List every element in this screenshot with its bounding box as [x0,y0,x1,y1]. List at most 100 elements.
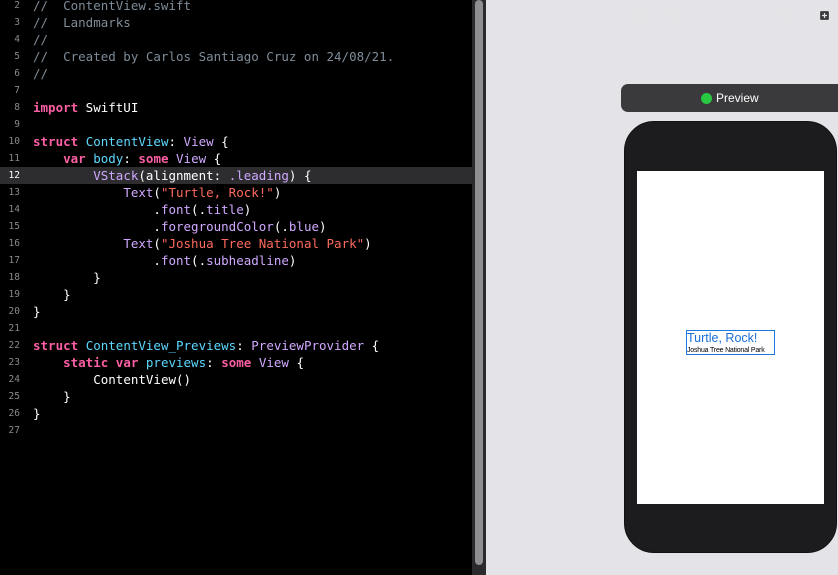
device-settings-button[interactable] [665,4,685,24]
code-line[interactable]: 6 // [0,65,472,82]
code-token: . [33,253,161,268]
code-token: body [93,151,124,166]
line-number: 12 [8,170,20,181]
code-line[interactable]: 12 VStack(alignment: .leading) { [0,167,472,184]
code-text[interactable]: } [33,269,101,286]
code-token: subheadline [206,253,289,268]
code-line[interactable]: 2 // ContentView.swift [0,0,472,14]
code-token: ) [273,185,282,200]
code-token: View [258,355,289,370]
code-token: : [168,134,184,149]
code-token: { [213,134,229,149]
preview-label[interactable]: Preview [716,84,759,112]
code-text[interactable]: .font(.subheadline) [33,252,296,269]
code-line[interactable]: 20} [0,303,472,320]
code-text[interactable]: // [33,65,48,82]
code-line[interactable]: 8 import SwiftUI [0,99,472,116]
preview-title-text[interactable]: Turtle, Rock! [687,331,757,345]
code-line[interactable]: 22 struct ContentView_Previews: PreviewPr… [0,337,472,354]
live-preview-button[interactable] [629,4,649,24]
code-text[interactable]: // Created by Carlos Santiago Cruz on 24… [33,48,394,65]
preview-on-device-button[interactable] [777,4,797,24]
code-token: "Turtle, Rock!" [160,185,274,200]
code-token: some [221,355,252,370]
line-number: 17 [8,255,20,266]
duplicate-preview-button[interactable] [813,4,833,24]
code-token: // Created by Carlos Santiago Cruz on 24… [33,49,395,64]
code-line[interactable]: 19 } [0,286,472,303]
code-text[interactable]: struct ContentView_Previews: PreviewProv… [33,337,379,354]
vstack-selection[interactable]: Turtle, Rock! Joshua Tree National Park [686,330,775,355]
line-number: 11 [8,153,20,164]
code-line[interactable]: 26} [0,405,472,422]
line-number: 8 [14,102,20,113]
code-line[interactable]: 11 var body: some View { [0,150,472,167]
code-line[interactable]: 18 } [0,269,472,286]
editor-scrollbar[interactable] [475,0,483,565]
code-token: { [288,355,304,370]
line-number: 7 [14,85,20,96]
code-line[interactable]: 10 struct ContentView: View { [0,133,472,150]
preview-status-dot [701,93,712,104]
code-line[interactable]: 17 .font(.subheadline) [0,252,472,269]
code-line[interactable]: 23 static var previews: some View { [0,354,472,371]
code-token: Text [123,236,154,251]
code-text[interactable]: VStack(alignment: .leading) { [33,167,311,184]
code-line[interactable]: 9 [0,116,472,133]
code-line[interactable]: 21 [0,320,472,337]
code-token: Text [123,185,154,200]
code-editor[interactable]: 2 // ContentView.swift 3 // Landmarks 4 // 5 //… [0,0,472,575]
code-token: VStack [93,168,139,183]
line-number: 23 [8,357,20,368]
code-token: "Joshua Tree National Park" [160,236,365,251]
code-token: // ContentView.swift [33,0,192,13]
line-number: 10 [8,136,20,147]
code-token: // [33,32,49,47]
code-line[interactable]: 4 // [0,31,472,48]
code-text[interactable]: // ContentView.swift [33,0,191,14]
code-token: ContentView_Previews [85,338,237,353]
play-circle-icon [631,6,647,22]
code-line[interactable]: 13 Text("Turtle, Rock!") [0,184,472,201]
code-text[interactable]: .foregroundColor(.blue) [33,218,326,235]
code-line[interactable]: 25 } [0,388,472,405]
code-token: . [33,219,161,234]
code-line[interactable]: 27 [0,422,472,439]
code-text[interactable]: static var previews: some View { [33,354,304,371]
code-token: ) [364,236,372,251]
code-token: static [63,355,109,370]
code-line[interactable]: 3 // Landmarks [0,14,472,31]
code-text[interactable]: var body: some View { [33,150,221,167]
code-token: // Landmarks [33,15,131,30]
code-text[interactable]: } [33,303,41,320]
line-number: 6 [14,68,20,79]
code-text[interactable]: ContentView() [33,371,191,388]
code-line[interactable]: 5 // Created by Carlos Santiago Cruz on 2… [0,48,472,65]
line-number: 26 [8,408,20,419]
code-text[interactable]: struct ContentView: View { [33,133,229,150]
code-text[interactable]: // Landmarks [33,14,131,31]
preview-subtitle-text[interactable]: Joshua Tree National Park [687,346,765,355]
code-text[interactable]: } [33,405,41,422]
line-number: 24 [8,374,20,385]
code-text[interactable]: Text("Turtle, Rock!") [33,184,281,201]
line-number: 2 [14,0,20,11]
code-line[interactable]: 24 ContentView() [0,371,472,388]
code-line[interactable]: 14 .font(.title) [0,201,472,218]
code-text[interactable]: import SwiftUI [33,99,138,116]
code-text[interactable]: } [33,388,71,405]
code-text[interactable]: .font(.title) [33,201,251,218]
line-number: 4 [14,34,20,45]
code-text[interactable]: // [33,31,48,48]
code-line[interactable]: 7 [0,82,472,99]
code-token: SwiftUI [78,100,139,115]
device-settings-icon [667,6,683,22]
code-token: // [33,66,49,81]
code-text[interactable]: } [33,286,71,303]
code-line[interactable]: 16 Text("Joshua Tree National Park") [0,235,472,252]
code-text[interactable]: Text("Joshua Tree National Park") [33,235,372,252]
code-token: ( [153,236,161,251]
code-line[interactable]: 15 .foregroundColor(.blue) [0,218,472,235]
